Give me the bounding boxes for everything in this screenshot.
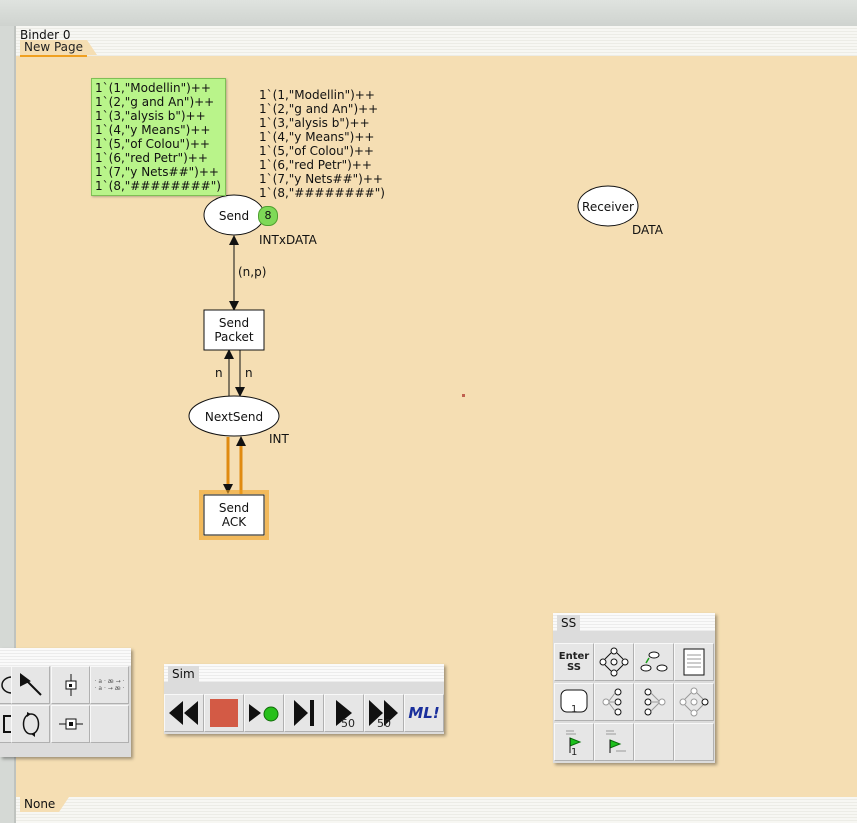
transition-send-packet-line1: Send <box>219 316 249 330</box>
rewind-icon <box>169 701 198 725</box>
predecessors-icon <box>644 688 666 716</box>
canvas-dot <box>462 394 465 397</box>
display-successors-tool[interactable] <box>594 683 634 721</box>
initial-marking[interactable]: 1`(1,"Modellin")++ 1`(2,"g and An")++ 1`… <box>259 88 385 200</box>
ss-palette: SS Enter SS 1 1 <box>553 613 715 763</box>
empty-tool <box>90 705 129 743</box>
cycle-tool[interactable] <box>11 705 50 743</box>
aux-arc-tool[interactable] <box>51 705 90 743</box>
sim-palette-label: Sim <box>168 666 199 682</box>
sim-to-ss-badge: 1 <box>571 747 578 758</box>
initial-marking-line: 1`(4,"y Means")++ <box>259 130 375 144</box>
fast-forward-50-button[interactable]: 50 <box>364 694 404 732</box>
eval-query-tool[interactable] <box>594 723 634 761</box>
ml-icon: ML! <box>408 704 440 722</box>
text-tool-line1: · a · æ → · <box>94 678 125 685</box>
empty-ss-cell <box>674 723 714 761</box>
calc-ss-tool[interactable] <box>594 643 634 681</box>
arc-inscription-n-left[interactable]: n <box>215 366 223 380</box>
display-predecessors-tool[interactable] <box>634 683 674 721</box>
transition-send-ack-line1: Send <box>219 501 249 515</box>
marking-line: 1`(5,"of Colou")++ <box>95 137 210 151</box>
initial-marking-line: 1`(1,"Modellin")++ <box>259 88 375 102</box>
initial-marking-line: 1`(6,"red Petr")++ <box>259 158 372 172</box>
play-dot-icon <box>249 704 279 722</box>
create-palette-header[interactable] <box>0 648 131 666</box>
empty-ss-cell <box>634 723 674 761</box>
enter-ss-line2: SS <box>567 662 581 673</box>
place-send-label: Send <box>219 209 249 223</box>
text-tool-line2: · a · → æ · <box>94 685 125 692</box>
sim-to-ss-tool[interactable]: 1 <box>554 723 594 761</box>
play-50-count: 50 <box>341 717 355 730</box>
node-to-state-tool[interactable] <box>634 643 674 681</box>
state-graph-icon <box>599 647 629 677</box>
aux-node-tool[interactable] <box>51 666 90 704</box>
enter-ss-tool[interactable]: Enter SS <box>554 643 594 681</box>
marking-line: 1`(6,"red Petr")++ <box>95 151 208 165</box>
place-send-colset[interactable]: INTxDATA <box>259 233 318 247</box>
marking-line: 1`(1,"Modellin")++ <box>95 81 211 95</box>
arrow-tool[interactable] <box>11 666 50 704</box>
ss-to-sim-tool[interactable]: 1 <box>554 683 594 721</box>
graph-gray-icon <box>679 687 709 717</box>
marking-line: 1`(4,"y Means")++ <box>95 123 211 137</box>
place-receiver-colset[interactable]: DATA <box>632 223 664 237</box>
current-marking[interactable]: 1`(1,"Modellin")++ 1`(2,"g and An")++ 1`… <box>91 78 226 196</box>
transition-send-ack-line2: ACK <box>222 515 247 529</box>
arc-inscription-np[interactable]: (n,p) <box>238 265 266 279</box>
sim-palette-header[interactable]: Sim <box>164 664 444 682</box>
arc-inscription-n-right[interactable]: n <box>245 366 253 380</box>
ss-palette-label: SS <box>557 615 581 631</box>
play-50-button[interactable]: 50 <box>324 694 364 732</box>
transition-send-packet-line2: Packet <box>214 330 254 344</box>
step-icon <box>294 700 314 726</box>
initial-marking-line: 1`(7,"y Nets##")++ <box>259 172 383 186</box>
fast-forward-50-count: 50 <box>377 717 391 730</box>
ss-palette-header[interactable]: SS <box>553 613 715 631</box>
document-icon <box>683 648 705 676</box>
display-node-tool[interactable] <box>674 683 714 721</box>
token-count-badge[interactable]: 8 <box>258 206 278 226</box>
initial-marking-line: 1`(8,"########") <box>259 186 385 200</box>
ss-to-sim-badge: 1 <box>571 704 578 715</box>
create-palette: · a · æ → · · a · → æ · <box>0 648 131 757</box>
text-tool[interactable]: · a · æ → · · a · → æ · <box>90 666 129 704</box>
place-nextsend-label: NextSend <box>205 410 263 424</box>
marking-line: 1`(7,"y Nets##")++ <box>95 165 219 179</box>
place-receiver-label: Receiver <box>582 200 634 214</box>
successors-icon <box>602 688 622 716</box>
place-nextsend-colset[interactable]: INT <box>269 432 290 446</box>
marking-line: 1`(3,"alysis b")++ <box>95 109 206 123</box>
marking-line: 1`(2,"g and An")++ <box>95 95 215 109</box>
play-single-button[interactable] <box>244 694 284 732</box>
green-flag-small-icon <box>606 730 626 753</box>
step-button[interactable] <box>284 694 324 732</box>
initial-marking-line: 1`(2,"g and An")++ <box>259 102 379 116</box>
stop-icon <box>210 699 238 727</box>
report-tool[interactable] <box>674 643 714 681</box>
initial-marking-line: 1`(5,"of Colou")++ <box>259 144 374 158</box>
ml-button[interactable]: ML! <box>404 694 444 732</box>
nodes-arrow-icon <box>640 651 668 672</box>
sim-palette: Sim 50 50 ML! <box>164 664 444 734</box>
marking-line: 1`(8,"########") <box>95 179 221 193</box>
initial-marking-line: 1`(3,"alysis b")++ <box>259 116 370 130</box>
stop-button[interactable] <box>204 694 244 732</box>
rewind-button[interactable] <box>164 694 204 732</box>
enter-ss-line1: Enter <box>558 651 590 662</box>
